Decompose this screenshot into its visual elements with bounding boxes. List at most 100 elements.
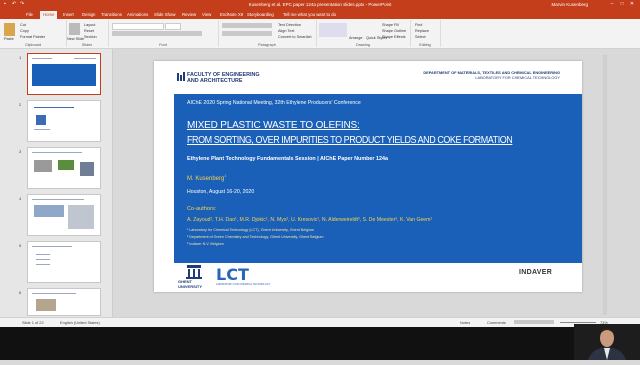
tab-view[interactable]: View (202, 11, 211, 19)
layout-button[interactable]: Layout (84, 23, 95, 27)
list-buttons[interactable] (222, 23, 272, 28)
thumb-image (80, 162, 94, 176)
window-title: Kusenberg et al. EPC paper 124a presenta… (248, 2, 392, 7)
tab-review[interactable]: Review (182, 11, 196, 19)
notes-button[interactable]: Notes (460, 320, 470, 325)
thumb-image (34, 205, 64, 217)
font-size-select[interactable] (165, 23, 181, 30)
coauthors-label: Co-authors: (187, 206, 217, 212)
editing-group: Find Replace Select Editing (410, 20, 441, 47)
paste-icon[interactable] (4, 23, 15, 36)
slide-count: Slide 1 of 22 (22, 320, 44, 325)
maximize-icon[interactable]: □ (618, 1, 626, 8)
tab-insert[interactable]: Insert (63, 11, 74, 19)
select-button[interactable]: Select (415, 35, 426, 39)
lct-logo-subtitle: LABORATORY FOR CHEMICAL TECHNOLOGY (216, 283, 271, 286)
new-slide-button[interactable]: New Slide (67, 37, 84, 41)
view-buttons[interactable] (514, 320, 554, 324)
slide-canvas[interactable]: FACULTY OF ENGINEERING AND ARCHITECTURE … (154, 61, 582, 292)
slide-thumbnail-3[interactable] (27, 147, 101, 189)
thumb-line (34, 107, 74, 108)
comments-button[interactable]: Comments (487, 320, 506, 325)
text-direction-button[interactable]: Text Direction (278, 23, 301, 27)
thumb-image (34, 160, 52, 172)
tab-design[interactable]: Design (82, 11, 95, 19)
clipboard-group: Paste Cut Copy Format Painter Clipboard (0, 20, 67, 47)
align-buttons[interactable] (222, 31, 272, 36)
thumb-number: 6 (19, 290, 22, 295)
copy-button[interactable]: Copy (20, 29, 29, 33)
shape-outline-button[interactable]: Shape Outline (382, 29, 406, 33)
faculty-logo-icon (177, 72, 185, 81)
thumb-line (32, 293, 76, 294)
thumb-line (32, 199, 84, 200)
tab-endnote[interactable]: EndNote X9 (220, 11, 243, 19)
title-bar: ▪ ↶ ↷ Kusenberg et al. EPC paper 124a pr… (0, 0, 640, 10)
thumb-line (36, 264, 50, 265)
minimize-icon[interactable]: – (608, 1, 616, 8)
vertical-scrollbar[interactable] (603, 55, 607, 315)
coauthors-list: A. Zayoud¹, T.H. Dao¹, M.R. Djokic¹, N. … (187, 217, 433, 223)
thumb-logo (36, 115, 46, 125)
department-name: DEPARTMENT OF MATERIALS, TEXTILES AND CH… (423, 70, 560, 80)
slide-thumbnail-2[interactable] (27, 100, 101, 142)
ghent-logo-text: GHENT UNIVERSITY (178, 279, 202, 289)
paragraph-label: Paragraph (258, 43, 276, 47)
shapes-gallery[interactable] (319, 23, 347, 37)
thumb-number: 2 (19, 102, 22, 107)
title-banner: AIChE 2020 Spring National Meeting, 32th… (174, 94, 582, 263)
slide-thumbnail-5[interactable] (27, 241, 101, 283)
slide-title-line-2: FROM SORTING, OVER IMPURITIES TO PRODUCT… (187, 135, 513, 146)
zoom-slider[interactable] (560, 322, 596, 323)
arrange-button[interactable]: Arrange (349, 36, 363, 40)
clipboard-label: Clipboard (24, 43, 42, 47)
ribbon-tabs: File Home Insert Design Transitions Anim… (0, 10, 640, 19)
slides-label: Slides (81, 43, 93, 47)
presenter-video-icon (574, 324, 640, 360)
affiliation-3: ³ Indaver N.V. Belgium (187, 242, 224, 246)
webcam-overlay (574, 324, 640, 360)
tab-file[interactable]: File (26, 11, 33, 19)
thumb-image (36, 299, 56, 311)
tab-home[interactable]: Home (40, 11, 58, 19)
thumb-number: 5 (19, 243, 22, 248)
smartart-button[interactable]: Convert to SmartArt (278, 35, 312, 39)
drawing-label: Drawing (356, 43, 370, 47)
slide-thumbnail-6[interactable] (27, 288, 101, 316)
date-location: Houston, August 16-20, 2020 (187, 189, 255, 195)
thumb-banner (32, 64, 96, 86)
close-icon[interactable]: ✕ (628, 1, 636, 8)
format-painter-button[interactable]: Format Painter (20, 35, 45, 39)
replace-button[interactable]: Replace (415, 29, 429, 33)
affiliation-1: ¹ Laboratory for Chemical Technology (LC… (187, 228, 315, 232)
align-text-button[interactable]: Align Text (278, 29, 294, 33)
find-button[interactable]: Find (415, 23, 422, 27)
paste-button[interactable]: Paste (4, 37, 14, 41)
font-name-select[interactable] (112, 23, 164, 30)
shape-effects-button[interactable]: Shape Effects (382, 35, 406, 39)
shape-fill-button[interactable]: Shape Fill (382, 23, 399, 27)
paragraph-group: Text Direction Align Text Convert to Sma… (218, 20, 317, 47)
cut-button[interactable]: Cut (20, 23, 26, 27)
tab-transitions[interactable]: Transitions (101, 11, 122, 19)
slides-group: New Slide Layout Reset Section Slides (66, 20, 109, 47)
font-format-buttons[interactable] (112, 31, 202, 36)
slide-thumbnail-1[interactable] (27, 53, 101, 95)
thumb-line (32, 152, 82, 153)
tell-me-search[interactable]: Tell me what you want to do (283, 11, 336, 19)
slide-thumbnail-pane: 1 2 3 4 5 6 (0, 49, 113, 317)
section-button[interactable]: Section (84, 35, 97, 39)
user-name[interactable]: Marvin Kusenberg (551, 2, 588, 7)
new-slide-icon[interactable] (69, 23, 80, 35)
tab-animations[interactable]: Animations (127, 11, 148, 19)
reset-button[interactable]: Reset (84, 29, 94, 33)
affiliation-2: ² Department of Green Chemistry and Tech… (187, 235, 324, 239)
slide-thumbnail-4[interactable] (27, 194, 101, 236)
language-indicator[interactable]: English (United States) (60, 320, 100, 325)
tab-storyboarding[interactable]: Storyboarding (247, 11, 274, 19)
faculty-line-2: AND ARCHITECTURE (187, 78, 243, 84)
session-name: Ethylene Plant Technology Fundamentals S… (187, 156, 389, 162)
slide-title-line-1: MIXED PLASTIC WASTE TO OLEFINS: (187, 120, 360, 131)
faculty-name: FACULTY OF ENGINEERING AND ARCHITECTURE (187, 72, 260, 84)
tab-slide-show[interactable]: Slide Show (154, 11, 176, 19)
